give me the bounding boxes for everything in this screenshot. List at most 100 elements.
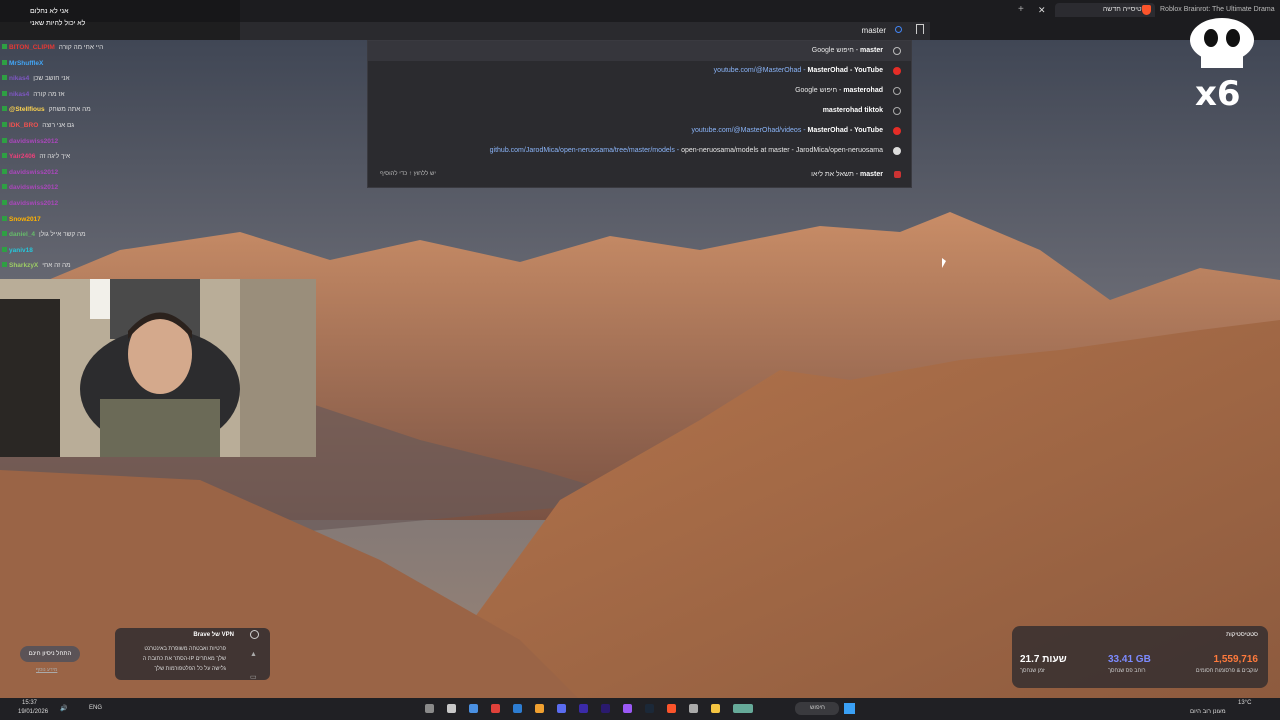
weather-desc[interactable]: מעונן רוב היום (1190, 709, 1226, 715)
chat-username[interactable]: BITON_CLIPIM (9, 44, 55, 51)
weather-temp[interactable]: 13°C (1238, 700, 1251, 706)
favicon-icon (894, 171, 901, 178)
app-icon[interactable] (491, 704, 500, 713)
tab-roblox[interactable]: Roblox Brainrot: The Ultimate Drama (1160, 3, 1275, 17)
chat-header-title: אני לא נחלום (30, 8, 69, 15)
chat-username[interactable]: yaniv18 (9, 247, 33, 254)
chat-text: גם אני רוצה (42, 122, 75, 129)
time-saved-value: 21.7 שעות (1020, 654, 1067, 665)
windows-start-icon[interactable] (844, 703, 855, 714)
suggestion-url: youtube.com/@MasterOhad - (713, 67, 808, 74)
bandwidth-saved-label: רוחב פס שנחסך (1108, 668, 1146, 674)
suggestion-label: תשאל את ליאו - (811, 171, 861, 178)
badge-icon (2, 184, 7, 190)
omnibox-suggestion[interactable]: masterohad tiktok (368, 101, 911, 121)
app-icon[interactable] (557, 704, 566, 713)
app-icon[interactable] (689, 704, 698, 713)
suggestion-match: masterohad tiktok (822, 107, 883, 114)
chat-username[interactable]: daniel_4 (9, 231, 35, 238)
omnibox-suggestion[interactable]: תשאל את ליאו - master (368, 165, 911, 185)
chat-username[interactable]: Yair2406 (9, 153, 35, 160)
bookmark-icon[interactable] (916, 24, 924, 34)
file-explorer-icon[interactable] (711, 704, 720, 713)
taskbar-search[interactable]: חיפוש (795, 702, 839, 715)
after-effects-icon[interactable] (579, 704, 588, 713)
stream-chat: אני לא נחלום לא יכול להיות שאני BITON_CL… (0, 0, 240, 280)
vpn-feature: גלישה על כל הפלטפורמות שלך (154, 666, 226, 672)
suggestion-text: youtube.com/@MasterOhad/videos - MasterO… (692, 121, 884, 141)
chat-username[interactable]: @Stellfious (9, 106, 45, 113)
chat-text: מה קשר אייל גולן (39, 231, 86, 239)
chevron-up-icon[interactable]: ▲ (250, 651, 259, 660)
suggestion-label: open-neruosama/models at master - JarodM… (681, 147, 883, 154)
vpn-more-info-link[interactable]: מידע נוסף (36, 667, 57, 673)
vpn-feature: הסתר את כתובת ה-IP שלך מאתרים (142, 656, 226, 662)
close-icon[interactable]: ✕ (1038, 5, 1046, 16)
badge-icon (2, 231, 7, 237)
chat-message: davidswiss2012 (2, 137, 62, 145)
chat-text: אז מה קורה (33, 90, 65, 98)
omnibox-suggestion[interactable]: github.com/JarodMica/open-neruosama/tree… (368, 141, 911, 161)
chat-username[interactable]: davidswiss2012 (9, 200, 58, 207)
clock-time[interactable]: 15:37 (22, 700, 37, 706)
chat-message: davidswiss2012 (2, 168, 62, 176)
chat-username[interactable]: nikas4 (9, 75, 29, 82)
omnibox-suggestion[interactable]: youtube.com/@MasterOhad/videos - MasterO… (368, 121, 911, 141)
tab-label: Roblox Brainrot: The Ultimate Drama (1160, 6, 1275, 13)
chat-message: davidswiss2012 (2, 200, 62, 207)
premiere-icon[interactable] (601, 704, 610, 713)
chat-message: davidswiss2012 (2, 184, 62, 191)
stats-title: סטטיסטיקות (1226, 632, 1258, 638)
suggestion-url: github.com/JarodMica/open-neruosama/tree… (489, 147, 682, 154)
minimize-icon[interactable]: ▭ (250, 673, 259, 682)
app-icon[interactable] (535, 704, 544, 713)
multiplier-label: x6 (1195, 74, 1241, 114)
chat-message: @Stellfious מה אתה משחק (2, 106, 91, 113)
bandwidth-saved-value: 33.41 GB (1108, 654, 1151, 665)
webcam-feed (0, 279, 316, 457)
chat-username[interactable]: davidswiss2012 (9, 169, 58, 176)
badge-icon (2, 168, 7, 174)
trackers-blocked-value: 1,559,716 (1213, 654, 1259, 665)
vpn-popup: Brave של VPN פרטיות ואבטחה משופרת באינטר… (115, 628, 270, 680)
chat-username[interactable]: IDK_BRO (9, 122, 38, 129)
suggestion-match: MasterOhad - YouTube (807, 127, 883, 134)
address-input[interactable]: master (862, 26, 886, 35)
omnibox-suggestion[interactable]: youtube.com/@MasterOhad - MasterOhad - Y… (368, 61, 911, 81)
language-indicator[interactable]: ENG (89, 705, 102, 711)
badge-icon (2, 262, 7, 268)
terminal-icon[interactable] (447, 704, 456, 713)
chat-username[interactable]: davidswiss2012 (9, 138, 58, 145)
trackers-blocked-label: עוקבים & פרסומות חסומים (1195, 668, 1258, 674)
chat-username[interactable]: nikas4 (9, 91, 29, 98)
brave-icon[interactable] (667, 704, 676, 713)
chat-username[interactable]: Snow2017 (9, 216, 41, 223)
suggestion-label: Google חיפוש - (811, 47, 861, 54)
chat-username[interactable]: MrShuffleX (9, 60, 43, 67)
steam-icon[interactable] (645, 704, 654, 713)
app-icon[interactable] (469, 704, 478, 713)
vpn-trial-button[interactable]: התחל ניסיון חינם (20, 646, 80, 662)
badge-icon (2, 122, 7, 127)
suggestion-text: github.com/JarodMica/open-neruosama/tree… (490, 141, 883, 161)
omnibox-hint: יש ללחוץ ↑ כדי להוסיף (380, 171, 436, 177)
badge-icon (2, 200, 7, 205)
app-icon[interactable] (623, 704, 632, 713)
notepad-icon[interactable] (513, 704, 522, 713)
new-tab-icon[interactable]: + (1018, 4, 1024, 15)
suggestion-match: MasterOhad - YouTube (807, 67, 883, 74)
clock-date[interactable]: 19/01/2026 (18, 709, 48, 715)
volume-icon[interactable]: 🔊 (60, 705, 67, 712)
chat-username[interactable]: SharkzyX (9, 262, 38, 269)
youtube-icon (893, 67, 901, 75)
settings-icon[interactable] (425, 704, 434, 713)
tab-new-tab[interactable]: כרטיסייה חדשה (1055, 3, 1155, 17)
vpn-settings-icon[interactable] (250, 630, 259, 639)
badge-icon (2, 215, 7, 221)
suggestion-match: master (860, 47, 883, 54)
chat-header-subtitle: לא יכול להיות שאני (30, 20, 86, 27)
omnibox-suggestion[interactable]: Google חיפוש - master (368, 41, 911, 61)
omnibox-suggestion[interactable]: Google חיפוש - masterohad (368, 81, 911, 101)
chat-username[interactable]: davidswiss2012 (9, 184, 58, 191)
widgets-icon[interactable] (733, 704, 753, 713)
